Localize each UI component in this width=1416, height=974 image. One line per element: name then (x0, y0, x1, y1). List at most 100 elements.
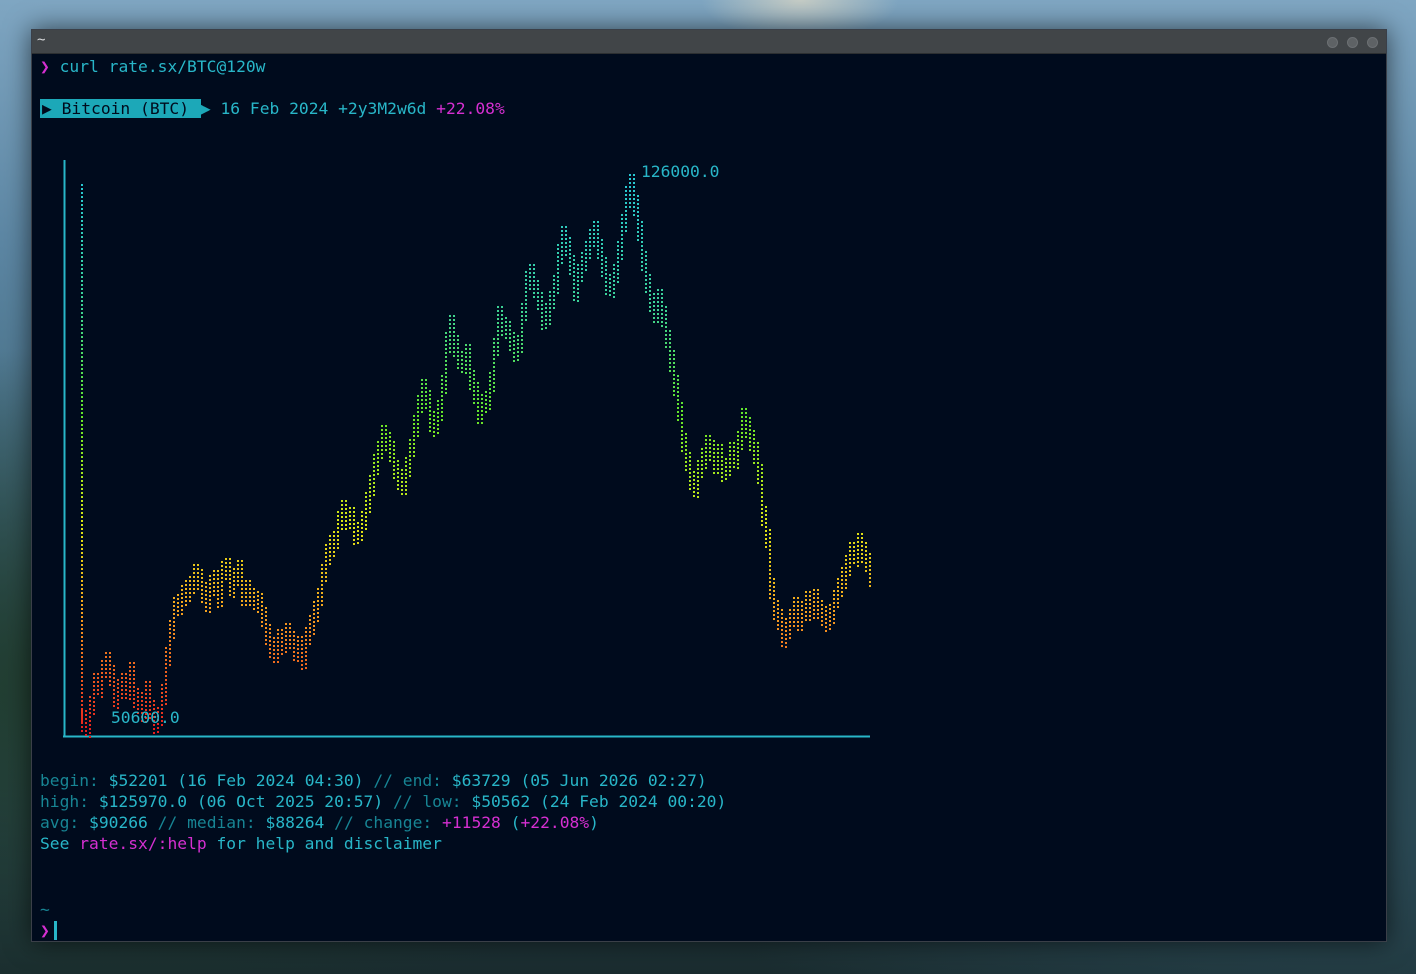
chart-point-86 (425, 399, 427, 401)
chart-point-155 (701, 468, 703, 470)
chart-point-28 (193, 584, 195, 586)
chart-point-135 (621, 238, 623, 240)
chart-point-78 (393, 473, 395, 475)
chart-point-2 (89, 732, 91, 734)
chart-point-161 (725, 462, 727, 464)
chart-point-141 (645, 283, 647, 285)
chart-point-lead (81, 192, 83, 194)
chart-point-175 (781, 617, 783, 619)
chart-point-130 (601, 247, 603, 249)
title-bar[interactable]: ~ (32, 30, 1386, 54)
chart-point-91 (445, 336, 447, 338)
chart-point-147 (669, 342, 671, 344)
chart-point-179 (797, 597, 799, 599)
chart-point-158 (713, 460, 715, 462)
chart-point-115 (541, 296, 543, 298)
chart-point-164 (737, 439, 739, 441)
chart-point-lead (81, 460, 83, 462)
chart-point-25 (181, 609, 183, 611)
chart-point-lead (81, 408, 83, 410)
chart-point-73 (373, 482, 375, 484)
terminal-window[interactable]: ~ ❯ curl rate.sx/BTC@120w ▶ Bitcoin (BTC… (31, 29, 1387, 942)
chart-point-119 (557, 288, 559, 290)
chart-point-37 (229, 570, 231, 572)
chart-point-98 (473, 390, 475, 392)
chart-point-104 (497, 338, 499, 340)
chart-point-113 (533, 264, 535, 266)
chart-point-139 (637, 223, 639, 225)
chart-point-121 (565, 234, 567, 236)
chart-point-106 (505, 321, 507, 323)
chart-point-148 (673, 362, 675, 364)
chart-point-29 (197, 576, 199, 578)
chart-point-163 (733, 442, 735, 444)
help-link[interactable]: rate.sx/:help (79, 834, 206, 853)
chart-point-7 (109, 676, 111, 678)
chart-point-163 (733, 454, 735, 456)
chart-point-167 (749, 425, 751, 427)
chart-point-53 (293, 635, 295, 637)
chart-point-54 (297, 640, 299, 642)
chart-point-93 (453, 347, 455, 349)
chart-point-lead (81, 404, 83, 406)
chart-point-64 (337, 543, 339, 545)
chart-point-52 (289, 623, 291, 625)
chart-point-30 (201, 581, 203, 583)
chart-point-87 (429, 422, 431, 424)
chart-point-lead (81, 268, 83, 270)
chart-point-95 (461, 351, 463, 353)
chart-point-152 (689, 476, 691, 478)
chart-point-76 (385, 437, 387, 439)
chart-point-112 (529, 288, 531, 290)
chart-point-86 (425, 391, 427, 393)
chart-point-lead (81, 184, 83, 186)
maximize-button[interactable] (1347, 37, 1358, 48)
chart-point-136 (625, 210, 627, 212)
chart-point-6 (105, 656, 107, 658)
chart-point-6 (105, 676, 107, 678)
chart-point-21 (165, 667, 167, 669)
close-button[interactable] (1367, 37, 1378, 48)
chart-point-100 (481, 394, 483, 396)
chart-point-50 (281, 641, 283, 643)
chart-point-171 (765, 522, 767, 524)
chart-point-160 (721, 444, 723, 446)
chart-point-180 (801, 625, 803, 627)
chart-point-176 (785, 642, 787, 644)
chart-point-3 (93, 697, 95, 699)
chart-point-117 (549, 295, 551, 297)
chart-point-184 (817, 613, 819, 615)
chart-point-128 (593, 229, 595, 231)
chart-point-lead (81, 508, 83, 510)
chart-point-145 (661, 325, 663, 327)
chart-point-129 (597, 221, 599, 223)
chart-point-2 (89, 700, 91, 702)
chart-point-24 (177, 594, 179, 596)
chart-point-173 (773, 602, 775, 604)
chart-point-140 (641, 237, 643, 239)
chart-point-140 (641, 269, 643, 271)
chart-point-154 (697, 460, 699, 462)
chart-point-150 (681, 442, 683, 444)
chart-point-37 (229, 582, 231, 584)
chart-point-61 (325, 572, 327, 574)
chart-point-81 (405, 481, 407, 483)
chart-point-66 (345, 528, 347, 530)
chart-point-35 (221, 581, 223, 583)
chart-point-184 (817, 597, 819, 599)
chart-point-lead (81, 388, 83, 390)
chart-point-130 (601, 259, 603, 261)
chart-point-56 (305, 655, 307, 657)
chart-point-10 (121, 681, 123, 683)
minimize-button[interactable] (1327, 37, 1338, 48)
chart-point-173 (773, 610, 775, 612)
prompt-line[interactable]: ❯ (40, 920, 57, 941)
chart-point-48 (273, 649, 275, 651)
chart-point-84 (417, 395, 419, 397)
chart-point-110 (521, 307, 523, 309)
chart-point-109 (517, 359, 519, 361)
chart-point-144 (657, 309, 659, 311)
chart-point-164 (737, 451, 739, 453)
chart-point-65 (341, 504, 343, 506)
chart-point-94 (457, 359, 459, 361)
